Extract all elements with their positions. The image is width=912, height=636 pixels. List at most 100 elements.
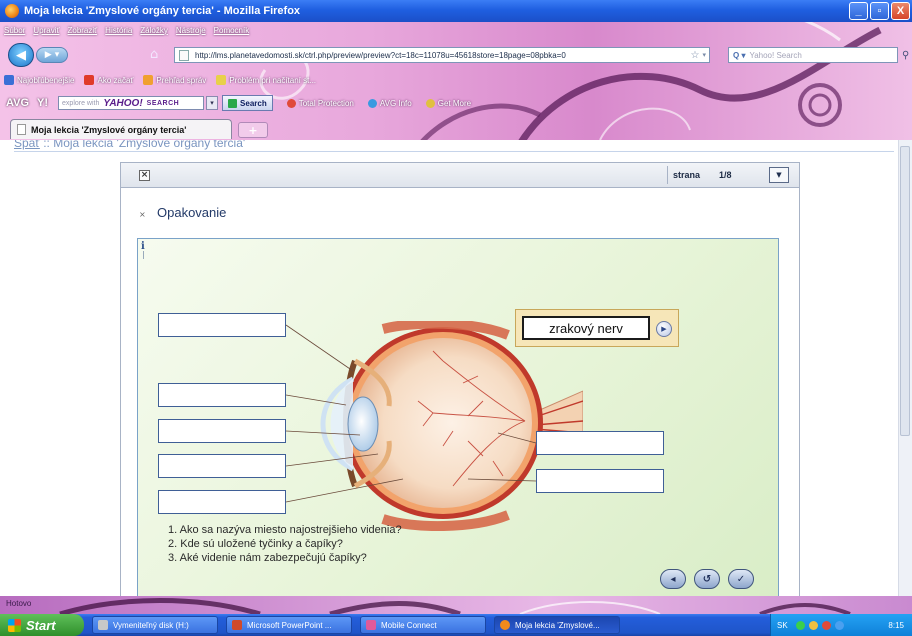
- tray-network-icon[interactable]: [795, 620, 805, 630]
- bookmark-prehlad-sprav[interactable]: Prehľad správ: [143, 75, 206, 85]
- tab-strip: Moja lekcia 'Zmyslové orgány tercia' +: [0, 116, 912, 140]
- bookmark-problem[interactable]: Problém pri načítaní st...: [216, 75, 316, 85]
- reset-button[interactable]: ↺: [694, 569, 720, 589]
- toolbar-get-more[interactable]: Get More: [425, 98, 471, 108]
- navigation-bar: ◀ ▶ ▾ ⌂ http://lms.planetavedomosti.sk/c…: [0, 40, 912, 70]
- menu-upravit[interactable]: Upraviť: [33, 26, 59, 35]
- window-title: Moja lekcia 'Zmyslové orgány tercia' - M…: [24, 5, 301, 17]
- firefox-icon: [500, 620, 510, 630]
- search-engine-icon[interactable]: Q ▾: [733, 51, 745, 60]
- start-button[interactable]: Start: [0, 614, 84, 636]
- bookmarks-toolbar: Najobľúbenejšie Ako začať Prehľad správ …: [0, 72, 326, 88]
- previous-button[interactable]: ◂: [660, 569, 686, 589]
- check-button[interactable]: ✓: [728, 569, 754, 589]
- question-1: 1. Ako sa nazýva miesto najostrejšieho v…: [168, 524, 402, 536]
- avg-logo[interactable]: AVG: [6, 97, 29, 109]
- label-slot-4[interactable]: [158, 454, 286, 478]
- vertical-scrollbar[interactable]: [898, 140, 912, 596]
- toolbar-avg-info[interactable]: AVG Info: [367, 98, 412, 108]
- yahoo-dropdown-icon[interactable]: ▾: [206, 96, 219, 110]
- question-3: 3. Aké videnie nám zabezpečujú čapíky?: [168, 552, 367, 564]
- toolbar-total-protection[interactable]: Total Protection: [286, 98, 354, 108]
- answer-chip[interactable]: zrakový nerv ▶: [515, 309, 679, 347]
- bookmark-najoblubenejsie[interactable]: Najobľúbenejšie: [4, 75, 74, 85]
- language-indicator[interactable]: SK: [777, 621, 788, 630]
- system-tray: SK 8:15: [770, 614, 912, 636]
- address-bar[interactable]: http://lms.planetavedomosti.sk/ctrl.php/…: [174, 47, 710, 63]
- yahoo-search-input[interactable]: explore with YAHOO! SEARCH: [58, 96, 205, 110]
- task-removable-disk[interactable]: Vymeniteľný disk (H:): [92, 616, 218, 634]
- label-slot-3[interactable]: [158, 419, 286, 443]
- rss-icon: [143, 75, 154, 85]
- shield-icon: [286, 98, 296, 108]
- mobile-connect-icon: [366, 620, 376, 630]
- yahoo-y-button[interactable]: Y!: [37, 97, 48, 109]
- bookmark-ako-zacat[interactable]: Ako začať: [84, 75, 133, 85]
- bookmark-icon: [216, 75, 227, 85]
- task-powerpoint[interactable]: Microsoft PowerPoint ...: [226, 616, 352, 634]
- yahoo-logo: YAHOO!: [103, 97, 143, 109]
- maximize-button[interactable]: ▫: [870, 2, 889, 20]
- exercise-panel: i zrakový nerv ▶ 1. Ako sa nazýva miesto…: [137, 238, 779, 596]
- title-bar: Moja lekcia 'Zmyslové orgány tercia' - M…: [0, 0, 912, 22]
- menu-subor[interactable]: Súbor: [4, 26, 25, 35]
- star-icon: [425, 98, 435, 108]
- history-dropdown-icon[interactable]: ▾: [702, 51, 706, 59]
- search-placeholder: Yahoo! Search: [749, 50, 802, 60]
- label-slot-7[interactable]: [536, 469, 664, 493]
- yahoo-search-button[interactable]: Search: [222, 95, 273, 111]
- section-title: Opakovanie: [157, 205, 227, 220]
- clock: 8:15: [888, 620, 904, 630]
- powerpoint-icon: [232, 620, 242, 630]
- new-tab-button[interactable]: +: [238, 122, 268, 138]
- url-text[interactable]: http://lms.planetavedomosti.sk/ctrl.php/…: [195, 51, 688, 60]
- browser-chrome: Moja lekcia 'Zmyslové orgány tercia' - M…: [0, 0, 912, 144]
- page-select-dropdown[interactable]: ▼: [769, 167, 789, 183]
- menu-pomocnik[interactable]: Pomocník: [214, 26, 250, 35]
- lesson-close-button[interactable]: ×: [139, 170, 150, 181]
- info-divider: [143, 251, 144, 259]
- task-mobile-connect[interactable]: Mobile Connect: [360, 616, 486, 634]
- label-slot-5[interactable]: [158, 490, 286, 514]
- play-icon[interactable]: ▶: [656, 321, 672, 337]
- forward-button[interactable]: ▶ ▾: [36, 47, 68, 63]
- breadcrumb: Späť :: Moja lekcia 'Zmyslové orgány ter…: [14, 140, 245, 150]
- menu-bar: Súbor Upraviť Zobraziť História Záložky …: [0, 22, 257, 38]
- menu-zalozky[interactable]: Záložky: [140, 26, 168, 35]
- bookmark-star-icon[interactable]: ☆: [691, 50, 700, 61]
- search-input[interactable]: Q ▾ Yahoo! Search: [728, 47, 898, 63]
- taskbar: Start Vymeniteľný disk (H:) Microsoft Po…: [0, 614, 912, 636]
- bookmark-icon: [84, 75, 95, 85]
- task-firefox-lesson[interactable]: Moja lekcia 'Zmyslové...: [494, 616, 620, 634]
- home-icon[interactable]: ⌂: [150, 48, 164, 62]
- tab-lesson[interactable]: Moja lekcia 'Zmyslové orgány tercia': [10, 119, 232, 139]
- page-icon: [179, 49, 189, 61]
- avg-yahoo-toolbar: AVG Y! explore with YAHOO! SEARCH ▾ Sear…: [0, 92, 471, 114]
- back-link[interactable]: Späť: [14, 140, 40, 150]
- menu-nastroje[interactable]: Nástroje: [176, 26, 206, 35]
- status-bar: Hotovo: [0, 596, 912, 614]
- label-slot-2[interactable]: [158, 383, 286, 407]
- status-text: Hotovo: [6, 599, 32, 608]
- breadcrumb-current: Moja lekcia 'Zmyslové orgány tercia': [53, 140, 246, 150]
- scrollbar-thumb[interactable]: [900, 146, 910, 436]
- menu-zobrazit[interactable]: Zobraziť: [67, 26, 97, 35]
- tray-security-icon[interactable]: [821, 620, 831, 630]
- header-divider: [667, 166, 668, 184]
- tray-volume-icon[interactable]: [834, 620, 844, 630]
- label-slot-6[interactable]: [536, 431, 664, 455]
- firefox-icon: [5, 4, 19, 18]
- page-indicator: 1/8: [719, 170, 732, 180]
- menu-historia[interactable]: História: [105, 26, 132, 35]
- back-button[interactable]: ◀: [8, 43, 34, 67]
- bookmark-icon: [4, 75, 14, 85]
- minimize-button[interactable]: _: [849, 2, 868, 20]
- label-slot-1[interactable]: [158, 313, 286, 337]
- section-collapse-icon[interactable]: ×: [139, 210, 148, 219]
- answer-label[interactable]: zrakový nerv: [522, 316, 650, 340]
- search-icon[interactable]: ⚲: [902, 50, 909, 61]
- page-content: Späť :: Moja lekcia 'Zmyslové orgány ter…: [0, 140, 912, 596]
- close-button[interactable]: X: [891, 2, 910, 20]
- tray-avg-icon[interactable]: [808, 620, 818, 630]
- eye-diagram: [320, 321, 583, 531]
